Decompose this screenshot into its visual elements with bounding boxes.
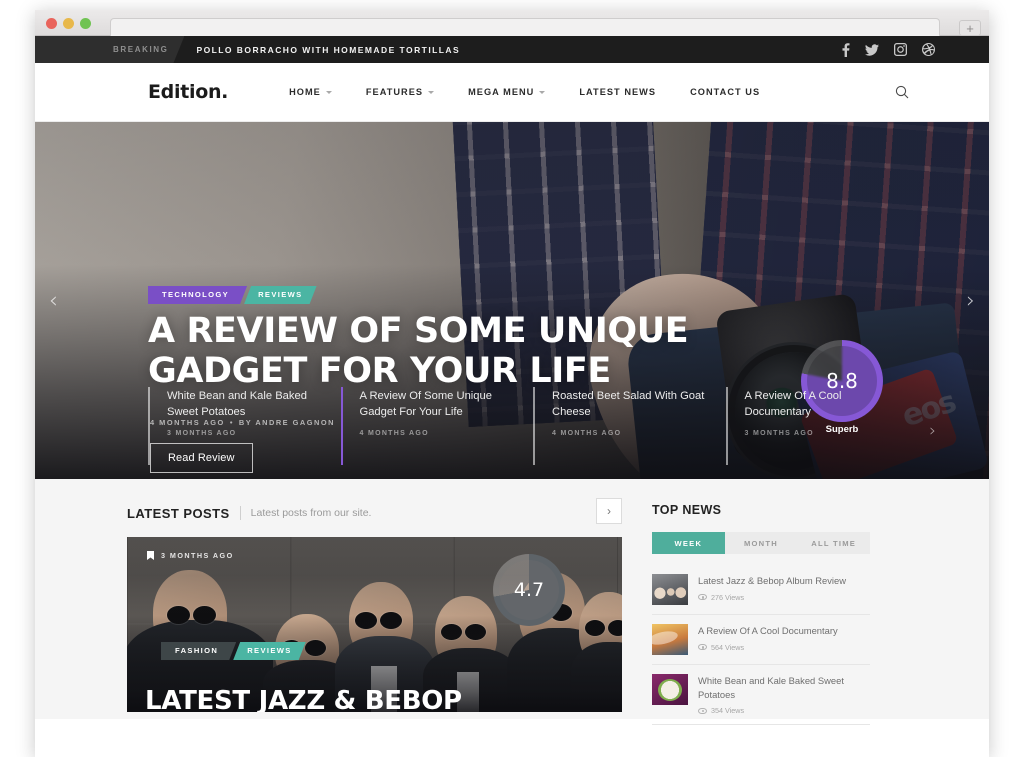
top-news-title: TOP NEWS	[652, 503, 722, 517]
hero-category-tags: TECHNOLOGY REVIEWS	[148, 286, 317, 304]
chevron-down-icon	[428, 91, 435, 94]
top-news-tabs: WEEK MONTH ALL TIME	[652, 532, 871, 554]
hero-thumbnail-list: White Bean and Kale Baked Sweet Potatoes…	[148, 387, 936, 465]
hero-slider: eos ‹ › TECHNOLOGY REVIEWS A Review Of S…	[35, 122, 989, 479]
hero-thumb-title: A Review Of A Cool Documentary	[744, 390, 842, 418]
post-card-title[interactable]: Latest Jazz & Bebop	[145, 686, 462, 712]
latest-posts-next-button[interactable]: ›	[596, 498, 622, 524]
hero-thumb-date: 3 MONTHS AGO	[744, 429, 814, 437]
hero-thumbs-next-arrow[interactable]: ›	[929, 421, 936, 441]
nav-item-home[interactable]: HOME	[272, 87, 349, 97]
tab-week[interactable]: WEEK	[652, 532, 725, 554]
breaking-label: BREAKING	[35, 36, 184, 63]
instagram-icon[interactable]	[894, 43, 907, 56]
post-card-rating-ring: 4.7	[493, 554, 565, 626]
post-card-tag-fashion[interactable]: FASHION	[161, 642, 236, 660]
top-news-views-text: 354 Views	[711, 706, 745, 716]
tab-all-time[interactable]: ALL TIME	[797, 532, 871, 554]
post-card-date-text: 3 MONTHS AGO	[161, 551, 234, 560]
site-header: Edition. HOME FEATURES MEGA MENU LATEST …	[35, 63, 989, 122]
tab-month[interactable]: MONTH	[724, 532, 798, 554]
hero-title[interactable]: A Review Of Some Unique Gadget For Your …	[148, 311, 768, 392]
hero-thumb-title: A Review Of Some Unique Gadget For Your …	[359, 390, 492, 418]
browser-window: + BREAKING POLLO BORRACHO WITH HOMEMADE …	[35, 10, 989, 757]
top-news-section: TOP NEWS WEEK MONTH ALL TIME Latest Jazz…	[652, 503, 871, 726]
nav-item-mega-menu[interactable]: MEGA MENU	[451, 87, 562, 97]
search-icon[interactable]	[890, 80, 914, 104]
eye-icon	[698, 594, 707, 601]
chevron-down-icon	[539, 91, 546, 94]
hero-next-arrow[interactable]: ›	[966, 288, 975, 313]
facebook-icon[interactable]	[841, 42, 850, 57]
latest-posts-section: LATEST POSTS Latest posts from our site.…	[127, 498, 622, 725]
top-news-headline: Latest Jazz & Bebop Album Review	[698, 575, 846, 586]
hero-prev-arrow[interactable]: ‹	[49, 288, 58, 313]
post-card-date: 3 MONTHS AGO	[147, 551, 234, 560]
top-news-item-0[interactable]: Latest Jazz & Bebop Album Review 276 Vie…	[652, 565, 870, 615]
logo-dot: .	[221, 81, 229, 103]
hero-tag-reviews[interactable]: REVIEWS	[244, 286, 316, 304]
browser-titlebar: +	[35, 10, 989, 37]
top-news-item-2[interactable]: White Bean and Kale Baked Sweet Potatoes…	[652, 665, 870, 726]
top-news-thumbnail	[652, 574, 688, 605]
chevron-down-icon	[325, 91, 332, 94]
top-news-views-text: 276 Views	[711, 592, 745, 602]
nav-label: CONTACT US	[690, 87, 761, 97]
nav-label: HOME	[289, 87, 321, 97]
post-card-tags: FASHION REVIEWS	[161, 642, 306, 660]
logo-text: Edition	[148, 81, 222, 103]
post-card-rating-value: 4.7	[513, 579, 545, 601]
hero-tag-technology[interactable]: TECHNOLOGY	[148, 286, 247, 304]
top-news-headline: A Review Of A Cool Documentary	[698, 625, 838, 636]
latest-posts-header: LATEST POSTS Latest posts from our site.…	[127, 498, 622, 524]
top-news-thumbnail	[652, 674, 688, 705]
hero-thumb-date: 4 MONTHS AGO	[552, 429, 622, 437]
hero-rating-value: 8.8	[826, 369, 858, 393]
top-news-item-1[interactable]: A Review Of A Cool Documentary 564 Views	[652, 615, 870, 665]
nav-item-features[interactable]: FEATURES	[349, 87, 451, 97]
latest-post-card[interactable]: 3 MONTHS AGO 4.7 FASHION REVIEWS Latest …	[127, 537, 622, 712]
eye-icon	[698, 707, 707, 714]
site-logo[interactable]: Edition.	[148, 81, 228, 103]
hero-thumb-0[interactable]: White Bean and Kale Baked Sweet Potatoes…	[148, 387, 341, 465]
nav-item-latest-news[interactable]: LATEST NEWS	[562, 87, 673, 97]
main-content: LATEST POSTS Latest posts from our site.…	[35, 479, 989, 726]
main-navigation: HOME FEATURES MEGA MENU LATEST NEWS CONT…	[272, 87, 777, 97]
top-news-views: 564 Views	[698, 643, 870, 652]
hero-thumb-date: 3 MONTHS AGO	[167, 429, 237, 437]
new-tab-button[interactable]: +	[959, 20, 981, 36]
social-links	[841, 36, 935, 63]
top-news-headline: White Bean and Kale Baked Sweet Potatoes	[698, 675, 844, 700]
eye-icon	[698, 644, 707, 651]
bookmark-icon	[147, 551, 154, 560]
nav-item-contact-us[interactable]: CONTACT US	[673, 87, 777, 97]
twitter-icon[interactable]	[865, 43, 879, 56]
top-news-views: 276 Views	[698, 593, 870, 602]
top-news-thumbnail	[652, 624, 688, 655]
hero-thumb-title: Roasted Beet Salad With Goat Cheese	[552, 390, 705, 418]
latest-posts-title: LATEST POSTS	[127, 505, 230, 521]
latest-posts-subtitle: Latest posts from our site.	[250, 507, 372, 519]
hero-thumb-3[interactable]: A Review Of A Cool Documentary 3 MONTHS …	[725, 387, 936, 465]
hero-thumb-date: 4 MONTHS AGO	[359, 429, 429, 437]
divider	[239, 506, 241, 520]
hero-thumb-title: White Bean and Kale Baked Sweet Potatoes	[167, 390, 307, 418]
hero-thumb-1[interactable]: A Review Of Some Unique Gadget For Your …	[340, 387, 534, 465]
nav-label: LATEST NEWS	[579, 87, 657, 97]
breaking-headline[interactable]: POLLO BORRACHO WITH HOMEMADE TORTILLAS	[196, 45, 460, 55]
browser-tabstrip: +	[35, 18, 989, 37]
breaking-news-bar: BREAKING POLLO BORRACHO WITH HOMEMADE TO…	[35, 36, 989, 63]
hero-thumb-2[interactable]: Roasted Beet Salad With Goat Cheese 4 MO…	[533, 387, 726, 465]
page-viewport: BREAKING POLLO BORRACHO WITH HOMEMADE TO…	[35, 36, 989, 757]
top-news-views-text: 564 Views	[711, 642, 745, 652]
post-card-tag-reviews[interactable]: REVIEWS	[233, 642, 305, 660]
browser-tab[interactable]	[110, 18, 940, 37]
nav-label: MEGA MENU	[468, 87, 535, 97]
nav-label: FEATURES	[365, 87, 424, 97]
top-news-views: 354 Views	[698, 706, 870, 715]
dribbble-icon[interactable]	[922, 43, 935, 56]
